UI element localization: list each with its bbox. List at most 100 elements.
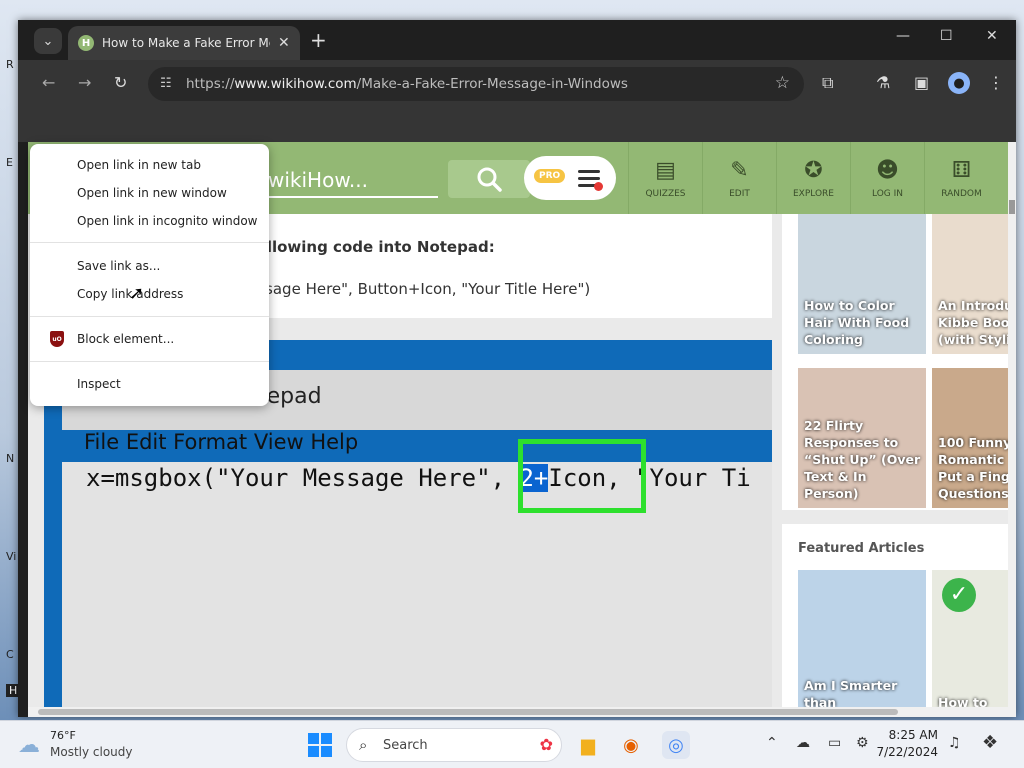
tab-title: How to Make a Fake Error Message in Wind… xyxy=(102,36,270,50)
highlight-box xyxy=(518,439,646,513)
desktop-icon-label[interactable]: C xyxy=(6,648,14,661)
cloud-offline-icon[interactable]: ☁ xyxy=(796,735,810,751)
chrome-icon[interactable]: ◎ xyxy=(662,731,690,759)
menu-open-new-tab[interactable]: Open link in new tab xyxy=(30,152,269,178)
related-card[interactable]: 100 Funny Romantic Put a Fing Questions xyxy=(932,368,1008,508)
wikihow-search-input[interactable]: wikiHow... xyxy=(268,164,438,198)
taskbar-search-label: Search xyxy=(383,738,428,753)
menu-block-element[interactable]: uO Block element... xyxy=(30,326,269,352)
nav-label: EDIT xyxy=(729,188,750,199)
nav-random[interactable]: ⚅ RANDOM xyxy=(924,142,998,214)
bell-icon[interactable]: ♫ xyxy=(948,735,961,751)
featured-card[interactable]: Am I Smarter than xyxy=(798,570,926,717)
related-card[interactable]: An Introdu Kibbe Boo (with Styli xyxy=(932,214,1008,354)
menu-save-link[interactable]: Save link as... xyxy=(30,253,269,279)
taskbar-search[interactable]: ⌕ Search ✿ xyxy=(346,728,562,762)
labs-flask-icon[interactable]: ⚗ xyxy=(876,73,890,92)
featured-title: Featured Articles xyxy=(798,541,925,556)
windows-start-icon[interactable] xyxy=(308,733,332,757)
weather-temp[interactable]: 76°F xyxy=(50,729,76,742)
nav-quizzes[interactable]: ▤ QUIZZES xyxy=(628,142,702,214)
reload-icon[interactable]: ↻ xyxy=(114,73,127,92)
related-card-title: How to Color Hair With Food Coloring xyxy=(804,298,910,347)
desktop-icon-label[interactable]: E xyxy=(6,156,13,169)
desktop-icon-label[interactable]: R xyxy=(6,58,14,71)
related-card[interactable]: 22 Flirty Responses to “Shut Up” (Over T… xyxy=(798,368,926,508)
menu-open-new-window[interactable]: Open link in new window xyxy=(30,180,269,206)
file-explorer-icon[interactable]: ▆ xyxy=(574,731,602,759)
mouse-cursor-icon: ➚ xyxy=(129,283,145,304)
nav-label: RANDOM xyxy=(941,188,982,199)
compass-icon: ✪ xyxy=(804,157,823,183)
settings-icon[interactable]: ⚙ xyxy=(856,735,869,751)
menu-open-incognito[interactable]: Open link in incognito window xyxy=(30,208,269,234)
cloud-icon[interactable]: ☁ xyxy=(18,733,40,758)
scrollbar-thumb[interactable] xyxy=(38,709,898,715)
related-card[interactable]: How to Color Hair With Food Coloring xyxy=(798,214,926,354)
weather-desc[interactable]: Mostly cloudy xyxy=(50,745,133,759)
address-bar[interactable]: ☷ https://www.wikihow.com/Make-a-Fake-Er… xyxy=(148,67,804,101)
profile-avatar-icon[interactable]: ● xyxy=(948,72,970,94)
featured-card[interactable]: ✓ How to xyxy=(932,570,1008,717)
chevron-up-icon[interactable]: ⌃ xyxy=(766,735,778,751)
back-arrow-icon[interactable]: ← xyxy=(42,73,55,92)
horizontal-scrollbar[interactable] xyxy=(28,707,1008,717)
clock-date[interactable]: 7/22/2024 xyxy=(868,745,938,759)
menu-block-element-label: Block element... xyxy=(77,332,175,346)
forward-arrow-icon[interactable]: → xyxy=(78,73,91,92)
url-text: https://www.wikihow.com/Make-a-Fake-Erro… xyxy=(186,76,628,92)
related-card-title: An Introdu Kibbe Boo (with Styli xyxy=(938,298,1008,347)
vertical-scrollbar[interactable] xyxy=(1008,142,1016,717)
quizzes-icon: ▤ xyxy=(655,157,676,183)
step-text: following code into Notepad: xyxy=(250,238,495,256)
nav-label: EXPLORE xyxy=(793,188,834,199)
wikihow-search-button[interactable] xyxy=(448,160,530,198)
minimize-icon[interactable]: — xyxy=(896,28,910,44)
search-icon xyxy=(477,167,502,192)
nav-edit[interactable]: ✎ EDIT xyxy=(702,142,776,214)
menu-copy-link-address[interactable]: Copy link address xyxy=(30,281,269,307)
nav-explore[interactable]: ✪ EXPLORE xyxy=(776,142,850,214)
url-prefix: https:// xyxy=(186,76,235,92)
site-settings-icon[interactable]: ☷ xyxy=(160,76,172,91)
close-window-icon[interactable]: ✕ xyxy=(986,28,998,44)
copilot-icon[interactable]: ❖ xyxy=(982,732,998,753)
search-icon: ⌕ xyxy=(359,736,368,754)
checkmark-icon: ✓ xyxy=(942,578,976,612)
user-icon: ☻ xyxy=(876,157,899,183)
browser-toolbar: ← → ↻ ☷ https://www.wikihow.com/Make-a-F… xyxy=(18,60,1016,108)
featured-articles: Featured Articles Am I Smarter than ✓ Ho… xyxy=(782,524,1008,717)
clock-time[interactable]: 8:25 AM xyxy=(868,728,938,742)
display-icon[interactable]: ▭ xyxy=(828,735,841,751)
bookmark-star-icon[interactable]: ☆ xyxy=(775,73,790,93)
new-tab-button[interactable]: + xyxy=(310,28,327,52)
notepad-menu: File Edit Format View Help xyxy=(84,430,359,454)
related-card-title: 22 Flirty Responses to “Shut Up” (Over T… xyxy=(804,418,921,501)
more-menu-icon[interactable]: ⋮ xyxy=(988,73,1004,92)
active-tab[interactable]: H How to Make a Fake Error Message in Wi… xyxy=(68,26,300,60)
pro-badge: PRO xyxy=(534,169,566,183)
menu-separator xyxy=(30,361,269,362)
desktop-icon-label[interactable]: N xyxy=(6,452,14,465)
code-before: x=msgbox("Your Message Here", xyxy=(86,464,506,492)
tab-search-button[interactable]: ⌄ xyxy=(34,28,62,54)
ublock-origin-icon: uO xyxy=(50,331,64,347)
url-path: /Make-a-Fake-Error-Message-in-Windows xyxy=(356,76,628,92)
firefox-icon[interactable]: ◉ xyxy=(617,731,645,759)
pro-menu-button[interactable]: PRO xyxy=(524,156,616,200)
side-panel-icon[interactable]: ▣ xyxy=(914,73,929,92)
scrollbar-thumb[interactable] xyxy=(1009,200,1015,214)
search-highlight-icon: ✿ xyxy=(539,735,553,754)
featured-card-title: Am I Smarter than xyxy=(804,678,898,710)
wikihow-favicon-icon: H xyxy=(78,35,94,51)
extensions-icon[interactable]: ⧉ xyxy=(822,73,833,93)
nav-log-in[interactable]: ☻ LOG IN xyxy=(850,142,924,214)
url-host: www.wikihow.com xyxy=(234,76,357,92)
menu-separator xyxy=(30,316,269,317)
close-tab-icon[interactable]: ✕ xyxy=(278,35,290,51)
nav-label: QUIZZES xyxy=(645,188,686,199)
menu-inspect[interactable]: Inspect xyxy=(30,371,269,397)
desktop-icon-label[interactable]: Vi xyxy=(6,550,16,563)
maximize-icon[interactable]: ☐ xyxy=(940,28,953,44)
nav-label: LOG IN xyxy=(872,188,903,199)
